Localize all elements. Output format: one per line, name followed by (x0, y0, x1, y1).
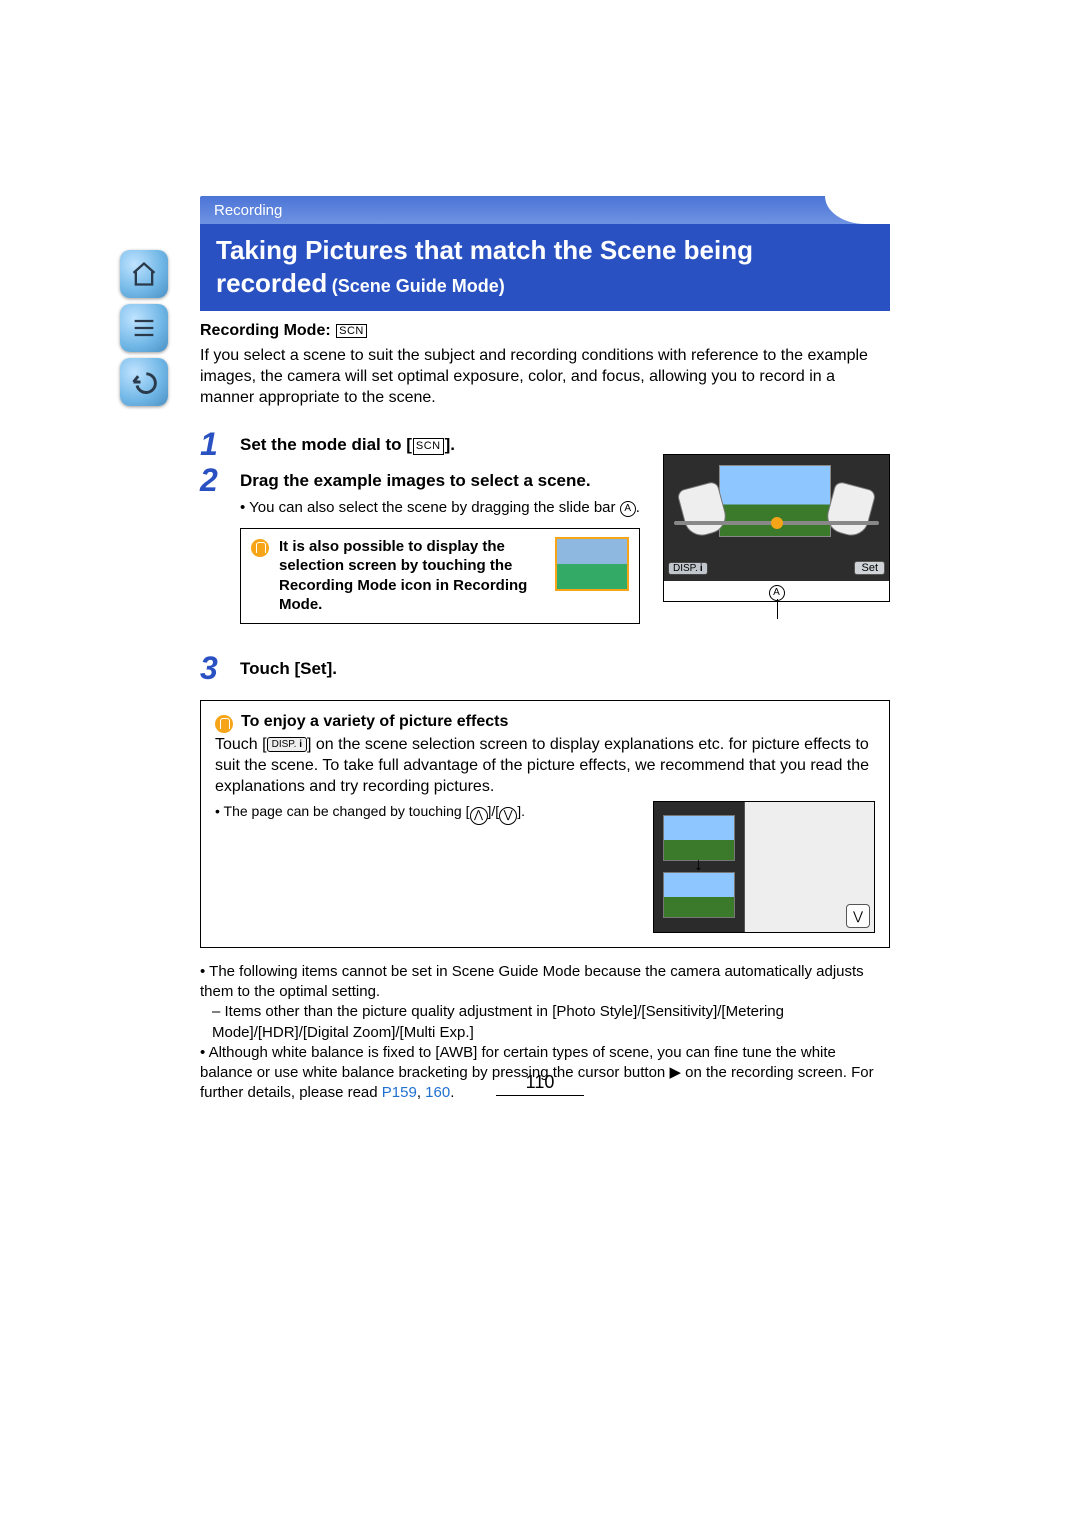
callout-a-inline: A (620, 501, 636, 517)
effects-para-pre: Touch [ (215, 736, 267, 753)
step-2-sub-pre: • You can also select the scene by dragg… (240, 499, 620, 516)
page-title-line2a: recorded (216, 268, 327, 298)
explanation-screenshot: ↓ ⋁ (653, 801, 875, 933)
disp-button: DISP.i (668, 562, 708, 575)
step-1-number: 1 (200, 428, 240, 460)
effects-para-mid: ] on the scene selection screen to displ… (215, 736, 869, 795)
disp-button-label: DISP. (673, 563, 698, 574)
scene-select-screenshot: DISP.i Set A (663, 454, 890, 602)
intro-paragraph: If you select a scene to suit the subjec… (200, 346, 890, 408)
tip-text: It is also possible to display the selec… (279, 537, 545, 615)
recording-mode-label: Recording Mode: (200, 322, 335, 339)
page-title-line1: Taking Pictures that match the Scene bei… (216, 234, 874, 267)
page-down-button: ⋁ (846, 904, 870, 928)
step-3-title: Touch [Set]. (240, 658, 890, 680)
step-2-sub: • You can also select the scene by dragg… (240, 498, 660, 518)
note-1: • The following items cannot be set in S… (200, 962, 890, 1003)
back-icon[interactable] (120, 358, 168, 406)
recording-mode-line: Recording Mode: SCN (200, 322, 890, 340)
step-2-sub-post: . (636, 499, 640, 516)
drag-hand-right-icon (823, 480, 877, 539)
mini-scene-2 (663, 872, 735, 918)
page-title-line2b: (Scene Guide Mode) (332, 276, 505, 296)
page-note-mid: ]/[ (488, 803, 500, 819)
effects-tip-icon (215, 715, 233, 733)
toc-icon[interactable] (120, 304, 168, 352)
tip-thumbnail (555, 537, 629, 591)
note-1a: – Items other than the picture quality a… (200, 1002, 890, 1043)
step-1-scn-badge: SCN (413, 438, 444, 454)
step-1-title-pre: Set the mode dial to [ (240, 435, 412, 454)
home-icon[interactable] (120, 250, 168, 298)
effects-box: To enjoy a variety of picture effects To… (200, 700, 890, 948)
section-tab: Recording (200, 196, 904, 224)
step-1-title: Set the mode dial to [SCN]. (240, 435, 455, 454)
step-2-title: Drag the example images to select a scen… (240, 470, 660, 492)
page-down-icon: ⋁ (499, 807, 517, 825)
page-title: Taking Pictures that match the Scene bei… (200, 224, 890, 311)
step-3-number: 3 (200, 652, 240, 684)
set-button: Set (854, 561, 885, 575)
scn-badge: SCN (336, 324, 367, 338)
effects-lead: To enjoy a variety of picture effects (241, 713, 508, 731)
section-tab-label: Recording (214, 202, 282, 219)
page-up-icon: ⋀ (470, 807, 488, 825)
down-arrow-icon: ↓ (694, 854, 703, 875)
step-3: 3 Touch [Set]. (200, 652, 890, 684)
page-note-post: ]. (517, 803, 525, 819)
step-1-title-post: ]. (445, 435, 455, 454)
step-2-number: 2 (200, 464, 240, 496)
tip-box: It is also possible to display the selec… (240, 528, 640, 624)
scene-slider-knob (771, 517, 783, 529)
effects-paragraph: Touch [DISP. i] on the scene selection s… (215, 735, 875, 797)
tip-icon (251, 539, 269, 557)
page-number: 110 (0, 1072, 1080, 1096)
disp-inline-badge: DISP. i (267, 737, 307, 752)
page-note-pre: • The page can be changed by touching [ (215, 803, 470, 819)
